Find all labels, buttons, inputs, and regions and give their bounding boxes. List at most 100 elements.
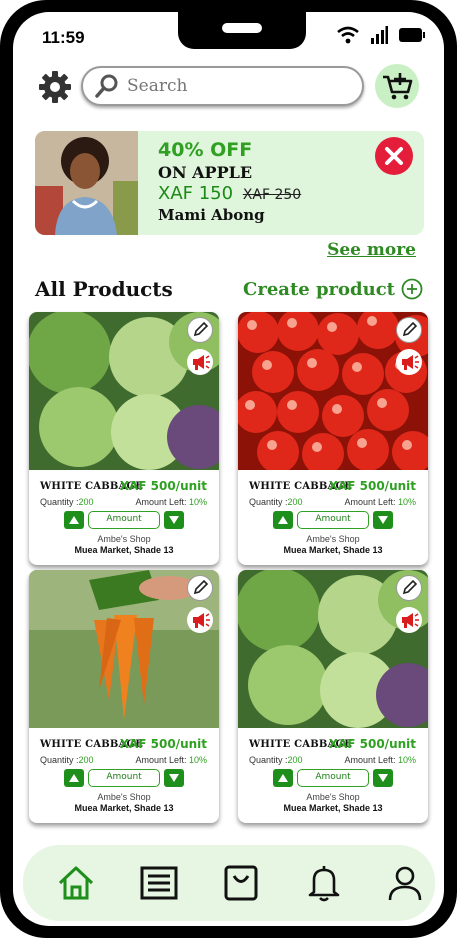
amount-stepper: Amount [273,769,393,787]
product-card[interactable]: WHITE CABBAGE XAF 500/unit Quantity :200 Am… [29,570,219,823]
promote-button[interactable] [396,607,422,633]
product-price: XAF 500/unit [328,737,416,751]
shop-name: Ambe's Shop [306,792,360,802]
decrement-button[interactable] [373,511,393,529]
edit-button[interactable] [396,317,422,343]
wifi-icon [337,26,359,44]
app-screen: 11:59 Search 40% OFF ON APPLE XAF 150 XA… [13,12,444,926]
megaphone-icon [193,355,210,370]
status-icons [336,26,426,44]
profile-icon[interactable] [385,863,425,903]
product-quantity: Quantity :200 [40,755,94,765]
product-quantity: Quantity :200 [40,497,94,507]
increment-button[interactable] [273,511,293,529]
triangle-down-icon [169,516,179,524]
amount-left-value: 10% [188,497,207,507]
bell-icon[interactable] [304,863,344,903]
megaphone-icon [402,613,419,628]
create-product-button[interactable]: Create product [243,278,423,300]
promo-price: XAF 150 [158,183,234,204]
search-bar[interactable] [81,66,364,106]
increment-button[interactable] [64,511,84,529]
market-location: Muea Market, Shade 13 [74,545,174,555]
product-amount-left: Amount Left: 10% [135,497,207,507]
search-icon [95,74,118,98]
amount-input[interactable]: Amount [88,769,160,787]
triangle-down-icon [378,774,388,782]
product-amount-left: Amount Left: 10% [344,497,416,507]
close-promo-button[interactable] [375,137,413,175]
promo-text: 40% OFF ON APPLE XAF 150 XAF 250 Mami Ab… [158,139,301,224]
shop-name: Ambe's Shop [97,534,151,544]
amount-left-value: 10% [188,755,207,765]
triangle-up-icon [278,774,288,782]
section-title: All Products [35,277,173,301]
search-input[interactable] [125,75,349,97]
home-icon[interactable] [56,863,96,903]
promo-item: ON APPLE [158,163,253,182]
quantity-label: Quantity : [249,755,288,765]
quantity-label: Quantity : [40,497,79,507]
quantity-value: 200 [78,497,94,507]
pencil-icon [402,321,418,337]
triangle-down-icon [169,774,179,782]
amount-left-label: Amount Left: [344,755,396,765]
amount-input[interactable]: Amount [88,511,160,529]
market-location: Muea Market, Shade 13 [74,803,174,813]
increment-button[interactable] [273,769,293,787]
signal-icon [371,26,388,44]
shop-name: Ambe's Shop [306,534,360,544]
product-card[interactable]: WHITE CABBAGE XAF 500/unit Quantity :200 Am… [238,570,428,823]
quantity-value: 200 [287,497,303,507]
product-quantity: Quantity :200 [249,755,303,765]
market-location: Muea Market, Shade 13 [283,545,383,555]
status-time: 11:59 [42,28,85,47]
product-amount-left: Amount Left: 10% [135,755,207,765]
promo-seller: Mami Abong [158,206,265,224]
bottom-nav [23,845,435,921]
megaphone-icon [402,355,419,370]
close-icon [385,147,403,165]
list-icon[interactable] [139,863,179,903]
edit-button[interactable] [187,575,213,601]
decrement-button[interactable] [164,769,184,787]
amount-input[interactable]: Amount [297,769,369,787]
header-row [13,64,444,110]
promote-button[interactable] [396,349,422,375]
quantity-value: 200 [287,755,303,765]
amount-left-label: Amount Left: [135,497,187,507]
see-more-link[interactable]: See more [327,240,416,260]
notch [178,12,306,49]
product-price: XAF 500/unit [119,737,207,751]
amount-stepper: Amount [273,511,393,529]
cart-button[interactable] [375,64,419,108]
amount-left-value: 10% [397,755,416,765]
amount-left-label: Amount Left: [344,497,396,507]
pencil-icon [193,321,209,337]
megaphone-icon [193,613,210,628]
promote-button[interactable] [187,607,213,633]
product-price: XAF 500/unit [328,479,416,493]
amount-input[interactable]: Amount [297,511,369,529]
edit-button[interactable] [396,575,422,601]
product-card[interactable]: WHITE CABBAGE XAF 500/unit Quantity :200 Am… [238,312,428,565]
create-product-label: Create product [243,278,395,300]
promote-button[interactable] [187,349,213,375]
phone-frame: 11:59 Search 40% OFF ON APPLE XAF 150 XA… [0,0,457,938]
shopping-bag-icon[interactable] [221,863,261,903]
decrement-button[interactable] [164,511,184,529]
pencil-icon [402,579,418,595]
quantity-label: Quantity : [40,755,79,765]
product-amount-left: Amount Left: 10% [344,755,416,765]
decrement-button[interactable] [373,769,393,787]
gear-icon[interactable] [37,69,73,105]
battery-icon [399,28,425,42]
promo-banner[interactable]: 40% OFF ON APPLE XAF 150 XAF 250 Mami Ab… [35,131,424,235]
edit-button[interactable] [187,317,213,343]
increment-button[interactable] [64,769,84,787]
triangle-up-icon [69,516,79,524]
shop-name: Ambe's Shop [97,792,151,802]
triangle-up-icon [278,516,288,524]
amount-left-value: 10% [397,497,416,507]
product-card[interactable]: WHITE CABBAGE XAF 500/unit Quantity :200 Am… [29,312,219,565]
